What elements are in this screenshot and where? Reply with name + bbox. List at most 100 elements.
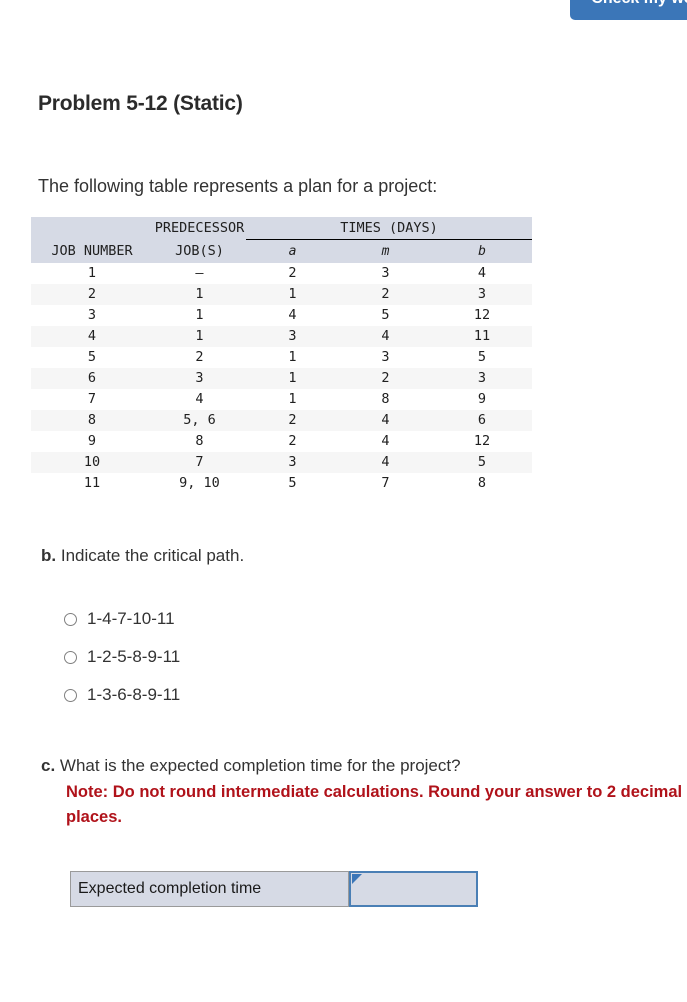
cell-time-b: 3 [477, 286, 487, 302]
project-plan-table: PREDECESSOR TIMES (DAYS) JOB NUMBER JOB(… [31, 217, 532, 494]
cell-time-m: 2 [381, 286, 390, 302]
column-header-a: a [288, 244, 297, 259]
part-c-rounding-note: Note: Do not round intermediate calculat… [66, 783, 683, 826]
cell-time-b: 5 [477, 349, 487, 365]
table-row: 4 1 3 4 11 [31, 326, 532, 347]
cell-time-a: 3 [288, 454, 297, 470]
table-row: 5 2 1 3 5 [31, 347, 532, 368]
radio-button-icon[interactable] [64, 688, 77, 702]
choice-option-2[interactable]: 1-2-5-8-9-11 [64, 638, 180, 676]
column-header-m: m [381, 244, 390, 259]
cell-job-number: 2 [87, 286, 97, 302]
cell-predecessor-jobs: 4 [195, 391, 204, 407]
cell-predecessor-jobs: 2 [195, 349, 204, 365]
choice-option-1[interactable]: 1-4-7-10-11 [64, 600, 180, 638]
cell-predecessor-jobs: 1 [195, 328, 204, 344]
part-b-label: b. [41, 546, 57, 565]
cell-time-b: 9 [477, 391, 487, 407]
cell-predecessor-jobs: 1 [195, 286, 204, 302]
table-row: 7 4 1 8 9 [31, 389, 532, 410]
table-row: 1 – 2 3 4 [31, 263, 532, 284]
table-row: 3 1 4 5 12 [31, 305, 532, 326]
cell-time-a: 3 [288, 328, 297, 344]
cell-time-m: 8 [381, 391, 390, 407]
choice-option-label: 1-2-5-8-9-11 [87, 647, 181, 666]
cell-job-number: 7 [87, 391, 97, 407]
cell-time-a: 4 [288, 307, 297, 323]
radio-button-icon[interactable] [64, 612, 77, 626]
table-row: 2 1 1 2 3 [31, 284, 532, 305]
choice-option-3[interactable]: 1-3-6-8-9-11 [64, 676, 180, 714]
page-title: Problem 5-12 (Static) [38, 92, 243, 116]
table-row: 9 8 2 4 12 [31, 431, 532, 452]
part-c-question: c. What is the expected completion time … [41, 756, 687, 776]
cell-job-number: 4 [87, 328, 97, 344]
part-b-question: b. Indicate the critical path. [41, 546, 244, 566]
cell-time-b: 12 [473, 433, 491, 449]
cell-time-a: 5 [288, 475, 297, 491]
group-header-predecessor: PREDECESSOR [154, 220, 245, 237]
cell-time-a: 1 [288, 370, 297, 386]
column-header-predecessor-jobs: JOB(S) [175, 242, 224, 259]
table-row: 10 7 3 4 5 [31, 452, 532, 473]
cell-job-number: 5 [87, 349, 97, 365]
cell-job-number: 9 [87, 433, 97, 449]
cell-time-b: 11 [473, 328, 491, 344]
cell-job-number: 3 [87, 307, 97, 323]
cell-time-m: 3 [381, 265, 390, 281]
cell-time-a: 1 [288, 286, 297, 302]
cell-time-b: 12 [473, 307, 491, 323]
choice-option-label: 1-4-7-10-11 [87, 609, 175, 628]
cell-time-m: 4 [381, 433, 390, 449]
cell-predecessor-jobs: 5, 6 [183, 412, 216, 428]
intro-text: The following table represents a plan fo… [38, 176, 438, 196]
part-c-label: c. [41, 756, 56, 775]
cell-predecessor-jobs: – [195, 265, 204, 281]
cell-job-number: 10 [83, 454, 101, 470]
cell-time-a: 2 [288, 412, 297, 428]
cell-predecessor-jobs: 8 [195, 433, 204, 449]
expected-completion-time-label: Expected completion time [70, 871, 349, 907]
cell-time-m: 2 [381, 370, 390, 386]
cell-time-m: 4 [381, 328, 390, 344]
table-row: 11 9, 10 5 7 8 [31, 473, 532, 494]
table-head: PREDECESSOR TIMES (DAYS) JOB NUMBER JOB(… [31, 217, 532, 263]
group-header-blank [31, 217, 153, 240]
column-header-job-number: JOB NUMBER [51, 242, 133, 259]
radio-button-icon[interactable] [64, 650, 77, 664]
table-row: 6 3 1 2 3 [31, 368, 532, 389]
cell-time-b: 8 [477, 475, 487, 491]
cell-time-b: 6 [477, 412, 487, 428]
cell-time-b: 5 [477, 454, 487, 470]
cell-time-m: 5 [381, 307, 390, 323]
cell-time-a: 2 [288, 265, 297, 281]
critical-path-choice-list: 1-4-7-10-11 1-2-5-8-9-11 1-3-6-8-9-11 [64, 600, 180, 714]
cell-predecessor-jobs: 1 [195, 307, 204, 323]
expected-completion-time-row: Expected completion time [70, 871, 478, 907]
cell-time-b: 3 [477, 370, 487, 386]
part-b-question-text: Indicate the critical path. [60, 546, 245, 565]
cell-time-a: 2 [288, 433, 297, 449]
check-my-work-button[interactable]: Check my work [570, 0, 687, 20]
column-header-b: b [478, 244, 486, 259]
part-c-question-text: What is the expected completion time for… [59, 756, 461, 775]
expected-completion-time-input[interactable] [351, 873, 476, 905]
cell-predecessor-jobs: 3 [195, 370, 204, 386]
cell-time-m: 4 [381, 412, 390, 428]
expected-completion-time-input-cell[interactable] [349, 871, 478, 907]
cell-time-m: 3 [381, 349, 390, 365]
cell-predecessor-jobs: 9, 10 [179, 475, 220, 491]
cell-time-a: 1 [288, 391, 297, 407]
cell-time-b: 4 [477, 265, 487, 281]
cell-time-m: 7 [381, 475, 390, 491]
cell-job-number: 1 [87, 265, 97, 281]
cell-predecessor-jobs: 7 [195, 454, 204, 470]
group-header-times: TIMES (DAYS) [246, 217, 532, 240]
table-body: 1–2 3 4 2 1 1 2 3 3 1 4 5 12 4 1 3 4 11 5 2 1 3 5 6 3 1 2 3 7 4 1 8 9 8 5,… [31, 263, 532, 494]
cell-job-number: 8 [87, 412, 97, 428]
table-column-header-row: JOB NUMBER JOB(S) a m b [31, 239, 532, 263]
table-group-header-row: PREDECESSOR TIMES (DAYS) [31, 217, 532, 240]
cell-job-number: 11 [83, 475, 101, 491]
table-row: 8 5, 6 2 4 6 [31, 410, 532, 431]
choice-option-label: 1-3-6-8-9-11 [87, 685, 181, 704]
